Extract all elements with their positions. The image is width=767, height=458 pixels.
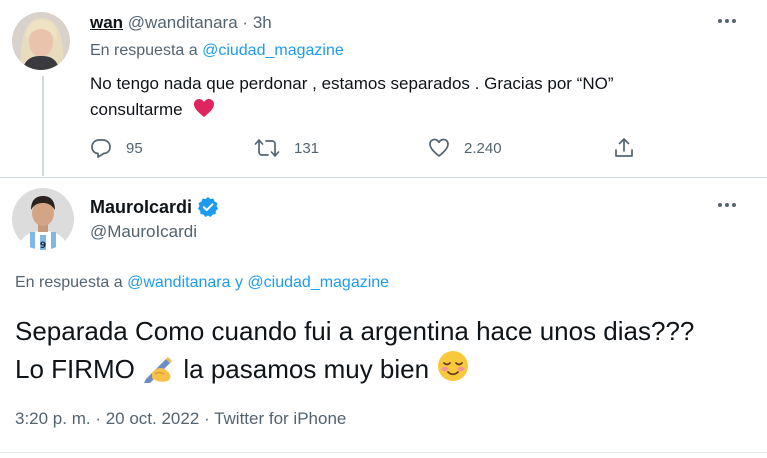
tweet-time[interactable]: 3h: [253, 13, 272, 32]
reply-button[interactable]: 95: [90, 137, 143, 159]
bottom-divider: [0, 452, 767, 453]
reply-count: 95: [126, 139, 143, 157]
tweet-text: Separada Como cuando fui a argentina hac…: [15, 314, 715, 392]
reply-prefix: En respuesta a: [90, 42, 198, 59]
writing-hand-emoji: [142, 353, 176, 392]
author-name[interactable]: wan: [90, 13, 123, 32]
retweet-button[interactable]: 131: [254, 137, 319, 159]
avatar-wan[interactable]: [12, 12, 70, 70]
heart-outline-icon: [429, 138, 449, 157]
tweet-text-content: No tengo nada que perdonar , estamos sep…: [90, 74, 614, 119]
red-heart-emoji: [193, 98, 215, 126]
tweet-header: wan @wanditanara · 3h: [90, 13, 272, 33]
mention-link[interactable]: @wanditanara: [127, 274, 230, 291]
reply-context: En respuesta a @ciudad_magazine: [90, 42, 344, 60]
svg-text:9: 9: [40, 241, 46, 250]
reply-icon: [91, 139, 111, 158]
like-count: 2.240: [464, 139, 502, 157]
tweet-metadata[interactable]: 3:20 p. m. · 20 oct. 2022 · Twitter for …: [15, 409, 346, 429]
thread-line: [42, 76, 44, 176]
share-icon: [615, 138, 633, 157]
reply-joiner: y: [234, 274, 243, 291]
tweet-text: No tengo nada que perdonar , estamos sep…: [90, 71, 710, 126]
tweet-text-part-2: la pasamos muy bien: [183, 354, 430, 384]
author-handle[interactable]: @MauroIcardi: [90, 222, 197, 242]
avatar-mauroicardi[interactable]: 9: [12, 188, 74, 250]
author-name[interactable]: MauroIcardi: [90, 197, 192, 218]
share-button[interactable]: [613, 137, 649, 159]
more-options-icon[interactable]: [716, 200, 738, 210]
like-button[interactable]: 2.240: [428, 137, 502, 159]
verified-badge-icon: [198, 197, 219, 217]
reply-context: En respuesta a @wanditanara y @ciudad_ma…: [15, 274, 389, 292]
mention-link[interactable]: @ciudad_magazine: [247, 274, 389, 291]
retweet-count: 131: [294, 139, 320, 157]
retweet-icon: [254, 139, 280, 157]
mention-link[interactable]: @ciudad_magazine: [202, 42, 344, 59]
relieved-face-emoji: [436, 349, 470, 392]
reply-prefix: En respuesta a: [15, 274, 123, 291]
tweet-divider: [0, 177, 767, 178]
more-options-icon[interactable]: [716, 16, 738, 26]
separator-dot: ·: [242, 13, 249, 32]
author-handle[interactable]: @wanditanara: [128, 13, 238, 32]
author-name-row: MauroIcardi: [90, 196, 219, 218]
